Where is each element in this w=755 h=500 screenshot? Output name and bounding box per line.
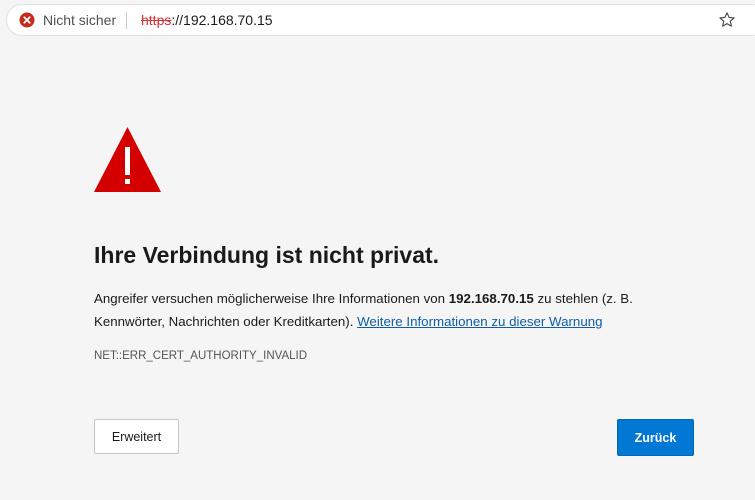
address-bar-divider [126,12,127,29]
security-status-label[interactable]: Nicht sicher [43,12,116,29]
url-scheme: https [141,12,172,28]
back-button[interactable]: Zurück [617,419,694,456]
host-address: 192.168.70.15 [448,291,534,306]
address-bar-area: Nicht sicher https://192.168.70.15 [0,0,755,40]
warning-description: Angreifer versuchen möglicherweise Ihre … [94,287,694,333]
star-icon[interactable] [718,11,736,29]
error-code: NET::ERR_CERT_AUTHORITY_INVALID [94,350,308,362]
warning-triangle-icon [93,125,162,194]
error-circle-icon[interactable] [19,12,35,28]
url-text[interactable]: https://192.168.70.15 [141,12,273,29]
description-prefix: Angreifer versuchen möglicherweise Ihre … [94,291,449,306]
page-title: Ihre Verbindung ist nicht privat. [94,242,440,268]
address-bar[interactable]: Nicht sicher https://192.168.70.15 [6,4,755,36]
learn-more-link[interactable]: Weitere Informationen zu dieser Warnung [357,314,602,329]
advanced-button[interactable]: Erweitert [94,419,179,454]
url-host: ://192.168.70.15 [171,12,273,28]
